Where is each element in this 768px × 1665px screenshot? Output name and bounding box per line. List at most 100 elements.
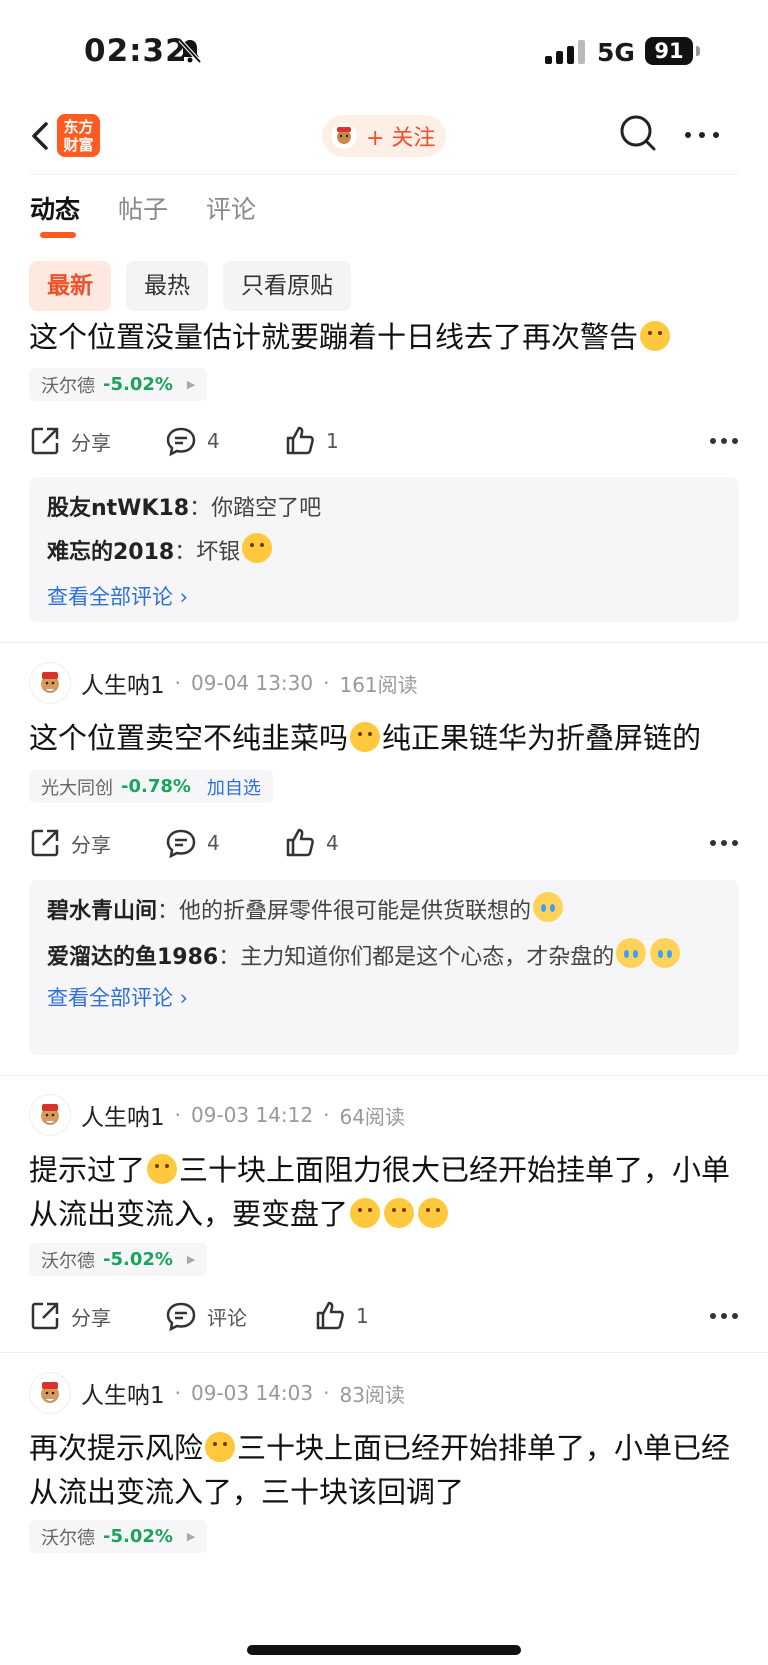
post-separator	[0, 1075, 768, 1076]
avatar[interactable]	[29, 1094, 71, 1136]
signal-icon	[545, 40, 585, 64]
post-separator	[0, 642, 768, 643]
post-text[interactable]: 提示过了 三十块上面阻力很大已经开始挂单了，小单从流出变流入，要变盘了	[29, 1148, 739, 1236]
smirk-emoji-icon	[640, 321, 671, 351]
like-button[interactable]: 4	[284, 821, 339, 865]
tab-posts[interactable]: 帖子	[118, 190, 168, 250]
comment-line[interactable]: 难忘的2018：坏银	[47, 531, 721, 575]
comment-button[interactable]: 4	[165, 419, 220, 463]
play-arrow-icon: ▶	[186, 1530, 196, 1543]
avatar[interactable]	[29, 1372, 71, 1414]
avatar[interactable]	[29, 662, 71, 704]
comment-count: 4	[207, 831, 220, 855]
filter-latest[interactable]: 最新	[29, 261, 111, 311]
post-author[interactable]: 人生呐1 · 09-04 13:30 · 161阅读	[29, 662, 418, 704]
stock-change: -0.78%	[121, 776, 191, 797]
post-text-content: 提示过了	[29, 1153, 146, 1187]
comment-button[interactable]: 4	[165, 821, 220, 865]
stock-tag[interactable]: 沃尔德 -5.02% ▶	[29, 368, 208, 401]
logo-text-top: 东方	[63, 118, 94, 136]
play-arrow-icon: ▶	[186, 1253, 196, 1266]
like-button[interactable]: 1	[314, 1294, 369, 1338]
share-button[interactable]: 分享	[29, 419, 111, 463]
network-type: 5G	[597, 38, 635, 67]
comment-button[interactable]: 评论	[165, 1294, 247, 1338]
stock-change: -5.02%	[103, 374, 173, 395]
battery-tip	[696, 46, 700, 56]
smirk-emoji-icon	[350, 1198, 381, 1228]
battery-icon: 91	[645, 37, 693, 65]
author-name[interactable]: 人生呐1	[81, 1098, 165, 1132]
post-time: 09-04 13:30	[191, 671, 314, 695]
home-indicator[interactable]	[247, 1645, 521, 1655]
comment-line[interactable]: 碧水青山间：他的折叠屏零件很可能是供货联想的	[47, 890, 721, 934]
post-text[interactable]: 这个位置没量估计就要蹦着十日线去了再次警告	[29, 315, 739, 359]
tab-comments[interactable]: 评论	[206, 190, 256, 250]
comment-text: 坏银	[196, 540, 241, 565]
post-author[interactable]: 人生呐1 · 09-03 14:12 · 64阅读	[29, 1094, 405, 1136]
author-name[interactable]: 人生呐1	[81, 1376, 165, 1410]
view-all-comments-link[interactable]: 查看全部评论 ›	[47, 575, 721, 619]
follow-button[interactable]: + 关注	[322, 115, 446, 157]
dizzy-emoji-icon	[205, 1432, 236, 1462]
post-separator	[0, 1352, 768, 1353]
app-logo[interactable]: 东方 财富	[57, 114, 100, 157]
comment-user[interactable]: 股友ntWK18	[47, 496, 189, 521]
comment-user[interactable]: 爱溜达的鱼1986	[47, 945, 218, 970]
post-actions: 分享 4 1	[29, 419, 739, 463]
search-icon[interactable]	[618, 113, 658, 157]
stock-change: -5.02%	[103, 1526, 173, 1547]
post-text[interactable]: 再次提示风险 三十块上面已经开始排单了，小单已经从流出变流入了，三十块该回调了	[29, 1426, 739, 1514]
stock-tag[interactable]: 沃尔德 -5.02% ▶	[29, 1520, 208, 1553]
share-icon	[31, 1302, 59, 1330]
like-count: 1	[326, 429, 339, 453]
post-author[interactable]: 人生呐1 · 09-03 14:03 · 83阅读	[29, 1372, 405, 1414]
post-more-icon[interactable]	[709, 419, 739, 463]
share-icon	[31, 427, 59, 455]
view-all-label: 查看全部评论	[47, 585, 173, 609]
share-button[interactable]: 分享	[29, 821, 111, 865]
stock-tag[interactable]: 光大同创 -0.78% 加自选	[29, 770, 273, 803]
more-options-icon[interactable]	[682, 120, 722, 150]
author-name[interactable]: 人生呐1	[81, 666, 165, 700]
view-all-comments-link[interactable]: 查看全部评论 ›	[47, 976, 721, 1020]
stock-name: 光大同创	[41, 777, 113, 799]
post-time: 09-03 14:03	[191, 1381, 314, 1405]
stock-change: -5.02%	[103, 1249, 173, 1270]
like-count: 1	[356, 1304, 369, 1328]
comment-user[interactable]: 碧水青山间	[47, 899, 157, 924]
view-all-label: 查看全部评论	[47, 986, 173, 1010]
flushed-emoji-icon	[242, 533, 273, 563]
comment-icon	[166, 427, 196, 457]
stock-tag[interactable]: 沃尔德 -5.02% ▶	[29, 1243, 208, 1276]
logo-text-bottom: 财富	[63, 136, 94, 154]
back-button[interactable]	[22, 116, 62, 156]
stock-name: 沃尔德	[41, 1250, 95, 1272]
caishen-avatar-icon	[41, 672, 59, 693]
comment-line[interactable]: 股友ntWK18：你踏空了吧	[47, 487, 721, 531]
meta-dot: ·	[323, 1381, 330, 1405]
thumbs-up-icon	[286, 426, 314, 455]
tab-activity[interactable]: 动态	[30, 190, 80, 250]
post-more-icon[interactable]	[709, 1294, 739, 1338]
share-label: 分享	[71, 430, 111, 455]
comment-preview: 股友ntWK18：你踏空了吧 难忘的2018：坏银 查看全部评论 ›	[29, 477, 739, 622]
filter-hottest[interactable]: 最热	[126, 261, 208, 311]
post-text-content: 这个位置卖空不纯韭菜吗	[29, 721, 349, 755]
post-text[interactable]: 这个位置卖空不纯韭菜吗 纯正果链华为折叠屏链的	[29, 716, 739, 760]
share-icon	[31, 829, 59, 857]
bell-muted-icon	[178, 38, 202, 68]
comment-user[interactable]: 难忘的2018	[47, 540, 174, 565]
caishen-avatar-icon	[41, 1104, 59, 1125]
filter-original-only[interactable]: 只看原贴	[223, 261, 351, 311]
post-actions: 分享 评论 1	[29, 1294, 739, 1338]
share-button[interactable]: 分享	[29, 1294, 111, 1338]
comment-icon	[166, 1302, 196, 1332]
comment-line[interactable]: 爱溜达的鱼1986：主力知道你们都是这个心态，才杂盘的	[47, 938, 721, 976]
add-watchlist-button[interactable]: 加自选	[207, 774, 261, 800]
post-more-icon[interactable]	[709, 821, 739, 865]
comment-text: 你踏空了吧	[211, 496, 322, 521]
meta-dot: ·	[174, 1103, 181, 1127]
like-button[interactable]: 1	[284, 419, 339, 463]
comment-text: 他的折叠屏零件很可能是供货联想的	[179, 899, 532, 924]
